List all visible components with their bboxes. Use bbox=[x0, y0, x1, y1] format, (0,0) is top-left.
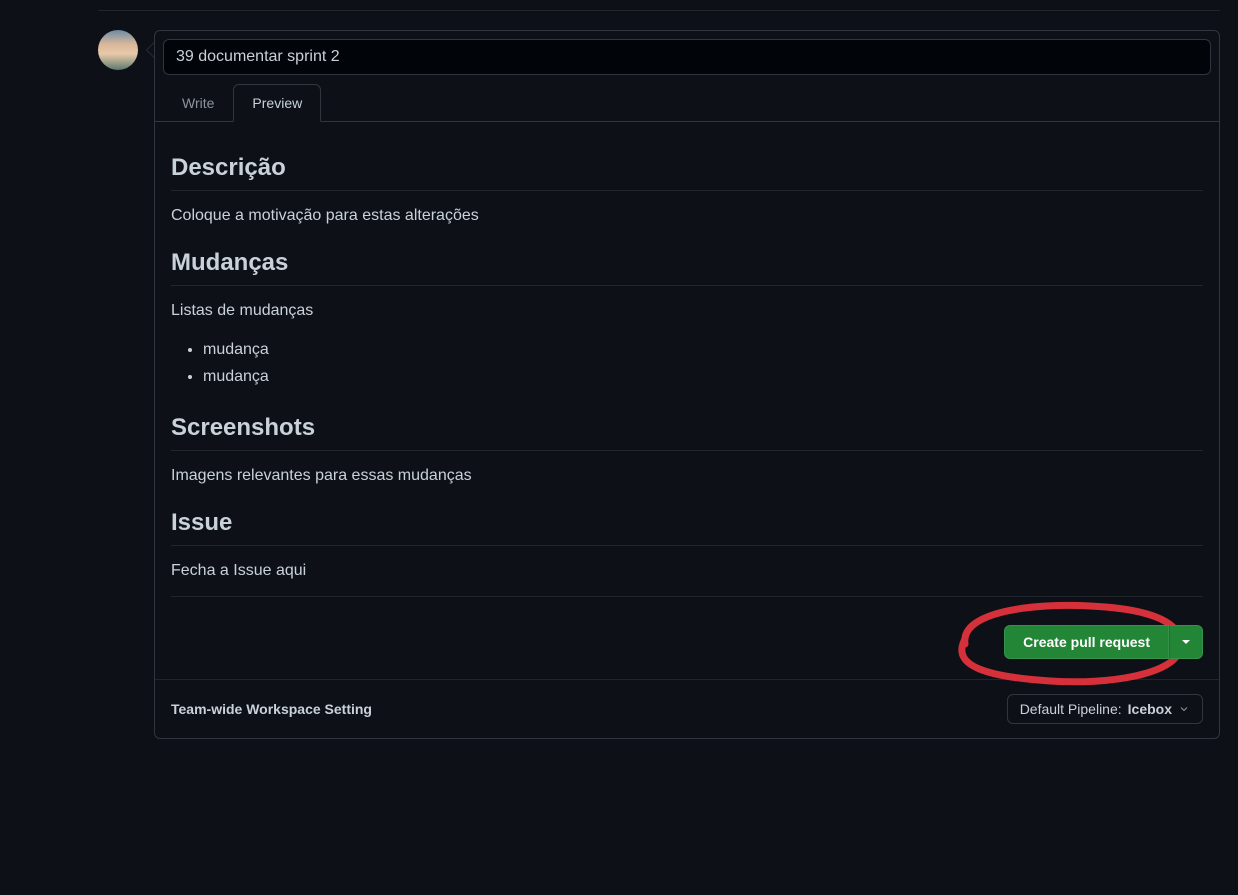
top-separator bbox=[98, 10, 1220, 11]
changes-list: mudança mudança bbox=[171, 336, 1203, 390]
text-issue: Fecha a Issue aqui bbox=[171, 562, 1203, 580]
tab-preview[interactable]: Preview bbox=[233, 84, 321, 122]
chevron-down-icon bbox=[1178, 703, 1190, 715]
create-pull-request-button[interactable]: Create pull request bbox=[1004, 625, 1169, 659]
list-item: mudança bbox=[203, 336, 1203, 363]
content-divider bbox=[171, 596, 1203, 597]
heading-description: Descrição bbox=[171, 154, 1203, 191]
comment-arrow-icon bbox=[146, 42, 154, 58]
comment-inner: 39 documentar sprint 2 Write Preview Des… bbox=[154, 30, 1220, 739]
pr-title-input[interactable]: 39 documentar sprint 2 bbox=[163, 39, 1211, 75]
list-item: mudança bbox=[203, 363, 1203, 390]
comment-box: 39 documentar sprint 2 Write Preview Des… bbox=[154, 30, 1220, 739]
avatar[interactable] bbox=[98, 30, 138, 70]
pipeline-prefix: Default Pipeline: bbox=[1020, 701, 1122, 717]
heading-screenshots: Screenshots bbox=[171, 414, 1203, 451]
footer-bar: Team-wide Workspace Setting Default Pipe… bbox=[155, 679, 1219, 738]
tab-write[interactable]: Write bbox=[163, 84, 233, 122]
text-description: Coloque a motivação para estas alteraçõe… bbox=[171, 207, 1203, 225]
pipeline-value: Icebox bbox=[1128, 701, 1172, 717]
create-pr-dropdown-button[interactable] bbox=[1169, 625, 1203, 659]
text-changes: Listas de mudanças bbox=[171, 302, 1203, 320]
actions-bar: Create pull request bbox=[155, 613, 1219, 679]
caret-down-icon bbox=[1182, 638, 1190, 646]
pr-container: 39 documentar sprint 2 Write Preview Des… bbox=[0, 0, 1238, 739]
preview-content: Descrição Coloque a motivação para estas… bbox=[155, 122, 1219, 613]
heading-changes: Mudanças bbox=[171, 249, 1203, 286]
default-pipeline-select[interactable]: Default Pipeline: Icebox bbox=[1007, 694, 1203, 724]
heading-issue: Issue bbox=[171, 509, 1203, 546]
text-screenshots: Imagens relevantes para essas mudanças bbox=[171, 467, 1203, 485]
workspace-setting-label: Team-wide Workspace Setting bbox=[171, 701, 372, 717]
editor-tabs: Write Preview bbox=[155, 83, 1219, 122]
create-pr-button-group: Create pull request bbox=[1004, 625, 1203, 659]
